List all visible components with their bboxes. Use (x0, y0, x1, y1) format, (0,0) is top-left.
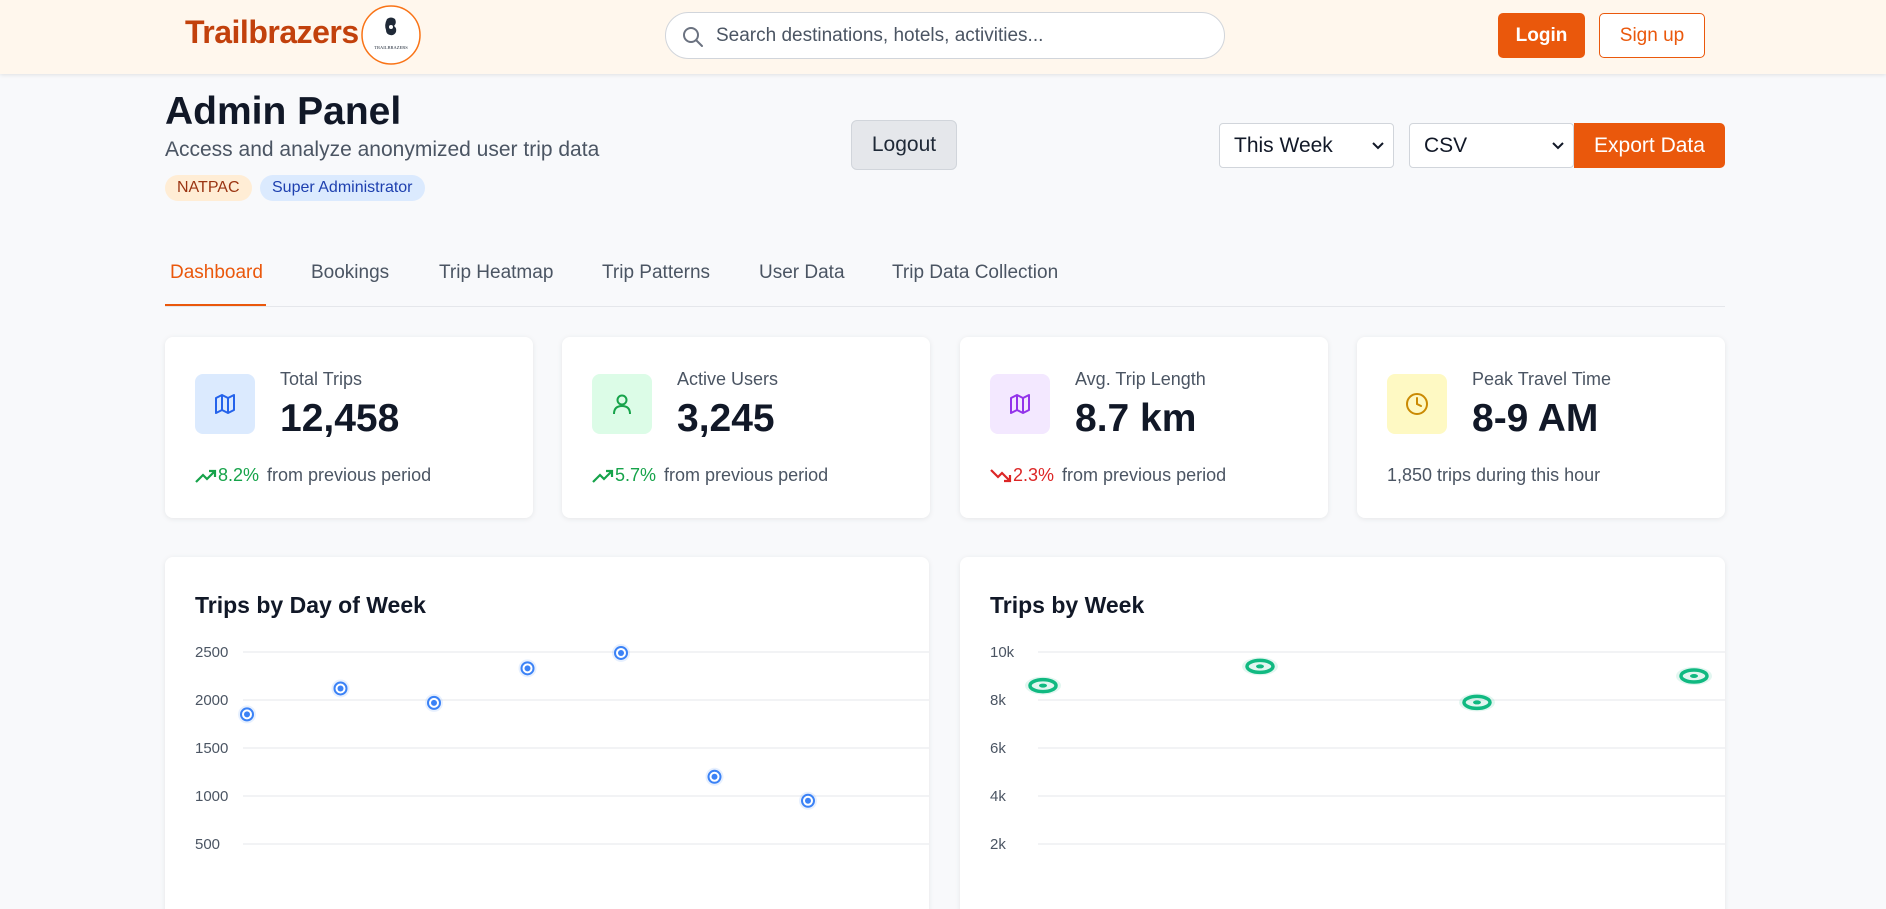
data-point[interactable] (238, 705, 256, 724)
trips-by-day-chart: 2500 2000 1500 1000 500 (195, 643, 929, 853)
signup-button[interactable]: Sign up (1599, 13, 1705, 58)
y-tick-label: 10k (990, 644, 1015, 661)
data-point[interactable] (1676, 667, 1712, 685)
stat-change: 2.3% (990, 465, 1054, 486)
stat-label: Total Trips (280, 369, 363, 389)
page-subtitle: Access and analyze anonymized user trip … (165, 138, 600, 161)
role-badge: Super Administrator (260, 175, 425, 201)
chevron-down-icon (1372, 142, 1384, 150)
trending-up-icon (195, 469, 217, 483)
org-badge: NATPAC (165, 175, 252, 201)
stat-footer: 5.7% from previous period (592, 465, 828, 486)
trending-down-icon (990, 469, 1012, 483)
stat-change: 5.7% (592, 465, 656, 486)
data-point[interactable] (1242, 657, 1278, 676)
export-data-button[interactable]: Export Data (1574, 123, 1725, 168)
data-point[interactable] (705, 767, 724, 786)
data-point[interactable] (1459, 693, 1495, 712)
format-select[interactable]: CSV (1409, 123, 1574, 168)
period-select-value: This Week (1234, 134, 1333, 157)
stat-footer: 1,850 trips during this hour (1387, 465, 1601, 485)
stat-label: Avg. Trip Length (1075, 369, 1206, 389)
stat-value: 12,458 (280, 397, 400, 440)
stat-label: Peak Travel Time (1472, 369, 1612, 389)
top-navbar: Trailbrazers TRAILBRAZERS Login Sign up (0, 0, 1886, 74)
data-point[interactable] (1025, 676, 1061, 695)
logo-text: TRAILBRAZERS (374, 45, 408, 50)
tab-trip-data-collection[interactable]: Trip Data Collection (892, 262, 1058, 284)
data-point[interactable] (799, 791, 817, 810)
page-title: Admin Panel (165, 90, 402, 133)
trips-by-week-chart: 10k 8k 6k 4k 2k (990, 644, 1725, 853)
y-tick-label: 500 (195, 836, 220, 853)
search-input[interactable] (716, 21, 1206, 51)
y-tick-label: 1000 (195, 788, 228, 805)
tab-dashboard[interactable]: Dashboard (170, 262, 263, 284)
map-icon (990, 374, 1050, 434)
y-tick-label: 6k (990, 740, 1006, 757)
stat-footer: 2.3% from previous period (990, 465, 1226, 486)
stat-change: 8.2% (195, 465, 259, 486)
y-tick-label: 8k (990, 692, 1006, 709)
stat-value: 3,245 (677, 397, 775, 440)
stat-card-peak-travel-time: Peak Travel Time 8-9 AM 1,850 trips duri… (1357, 337, 1725, 518)
stat-card-total-trips: Total Trips 12,458 8.2% from previous per… (165, 337, 533, 518)
stat-value: 8-9 AM (1472, 397, 1599, 440)
tab-user-data[interactable]: User Data (759, 262, 845, 284)
y-tick-label: 1500 (195, 740, 228, 757)
data-point[interactable] (425, 693, 443, 712)
search-icon (683, 27, 703, 47)
stat-value: 8.7 km (1075, 397, 1197, 440)
trending-up-icon (592, 469, 614, 483)
stat-card-avg-trip-length: Avg. Trip Length 8.7 km 2.3% from previou… (960, 337, 1328, 518)
period-select[interactable]: This Week (1219, 123, 1394, 168)
chart-panel-trips-by-week: Trips by Week 10k 8k 6k 4k 2k (960, 557, 1725, 909)
map-icon (195, 374, 255, 434)
active-tab-indicator (165, 304, 266, 306)
y-tick-label: 2k (990, 836, 1006, 853)
tab-trip-heatmap[interactable]: Trip Heatmap (439, 262, 553, 284)
data-point[interactable] (331, 679, 350, 698)
chart-panel-trips-by-day: Trips by Day of Week 2500 2000 1500 1000 500 (165, 557, 929, 909)
tab-bookings[interactable]: Bookings (311, 262, 389, 284)
clock-icon (1387, 374, 1447, 434)
user-icon (592, 374, 652, 434)
tab-trip-patterns[interactable]: Trip Patterns (602, 262, 710, 284)
y-tick-label: 2000 (195, 692, 228, 709)
brand-logo[interactable]: TRAILBRAZERS (327, 5, 423, 65)
chevron-down-icon (1552, 142, 1564, 150)
data-point[interactable] (518, 659, 537, 678)
stat-footer: 8.2% from previous period (195, 465, 431, 486)
tab-bar: Dashboard Bookings Trip Heatmap Trip Pat… (165, 250, 1725, 307)
search-bar[interactable] (665, 12, 1225, 59)
y-tick-label: 2500 (195, 644, 228, 661)
login-button[interactable]: Login (1498, 13, 1585, 58)
data-point[interactable] (612, 643, 630, 662)
y-tick-label: 4k (990, 788, 1006, 805)
logout-button[interactable]: Logout (851, 120, 957, 170)
stat-card-active-users: Active Users 3,245 5.7% from previous per… (562, 337, 930, 518)
stat-label: Active Users (677, 369, 779, 389)
format-select-value: CSV (1424, 134, 1468, 157)
